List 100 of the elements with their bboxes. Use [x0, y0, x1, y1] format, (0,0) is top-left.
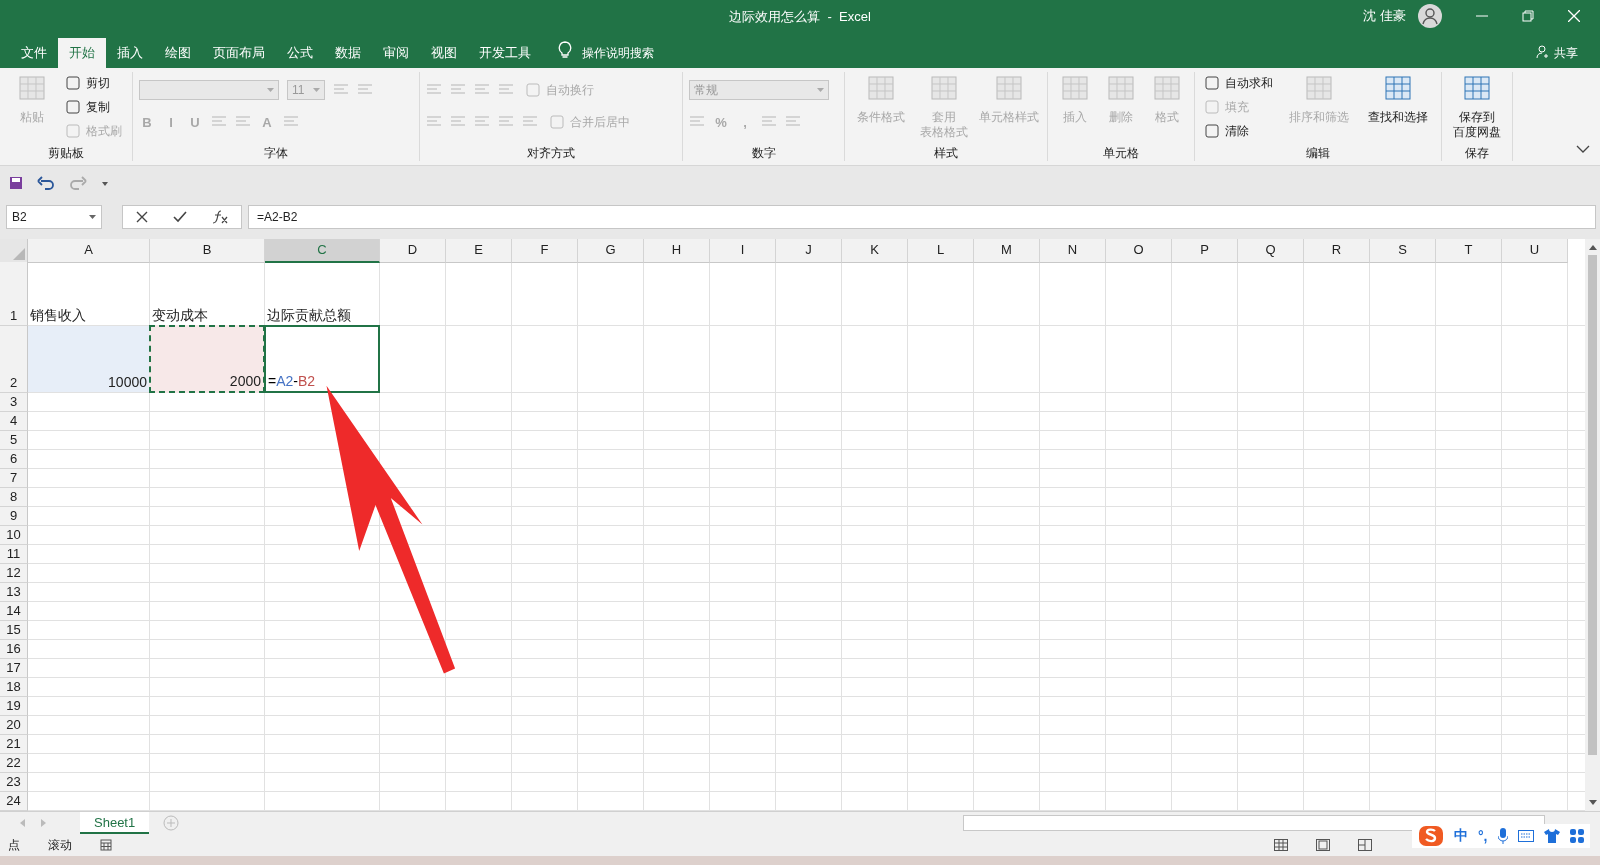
ime-logo-icon[interactable]: [1418, 825, 1444, 847]
dropdown-field[interactable]: [139, 80, 279, 100]
column-header[interactable]: E: [446, 239, 512, 263]
save-icon[interactable]: [9, 175, 23, 190]
ribbon-button[interactable]: 保存到 百度网盘: [1451, 72, 1503, 142]
column-header[interactable]: N: [1040, 239, 1106, 263]
normal-view-icon[interactable]: [1274, 839, 1288, 851]
scroll-up-icon[interactable]: [1587, 243, 1598, 251]
column-header[interactable]: M: [974, 239, 1040, 263]
row-header[interactable]: 4: [0, 412, 28, 431]
scrollbar-thumb[interactable]: [1588, 255, 1597, 755]
keyboard-icon[interactable]: [1517, 830, 1534, 842]
formula-cell[interactable]: =A2-B2: [264, 325, 380, 393]
column-header[interactable]: C: [265, 239, 380, 263]
ribbon-button[interactable]: 清除: [1201, 120, 1253, 142]
cancel-icon[interactable]: [135, 211, 148, 223]
column-header[interactable]: I: [710, 239, 776, 263]
row-header[interactable]: 18: [0, 678, 28, 697]
select-all-button[interactable]: [0, 239, 28, 263]
page-break-icon[interactable]: [1358, 839, 1372, 851]
microphone-icon[interactable]: [1497, 828, 1508, 844]
add-sheet-icon[interactable]: [163, 815, 180, 831]
ribbon-button[interactable]: 自动求和: [1201, 72, 1277, 94]
column-header[interactable]: T: [1436, 239, 1502, 263]
column-header[interactable]: P: [1172, 239, 1238, 263]
chevron-icon[interactable]: [1576, 145, 1590, 153]
column-header[interactable]: A: [28, 239, 150, 263]
name-box[interactable]: B2: [6, 205, 102, 229]
avatar-icon[interactable]: [1418, 4, 1442, 28]
row-header[interactable]: 5: [0, 431, 28, 450]
column-header[interactable]: S: [1370, 239, 1436, 263]
caret-icon: [89, 215, 96, 219]
menu-tab[interactable]: 数据: [324, 38, 372, 68]
restore-icon[interactable]: [1522, 10, 1534, 22]
row-header[interactable]: 13: [0, 583, 28, 602]
square-icon: [1205, 100, 1219, 114]
row-header[interactable]: 19: [0, 697, 28, 716]
menu-tab[interactable]: 视图: [420, 38, 468, 68]
grid-icon[interactable]: [1569, 829, 1584, 843]
menu-tab[interactable]: 文件: [10, 38, 58, 68]
column-header[interactable]: D: [380, 239, 446, 263]
column-header[interactable]: U: [1502, 239, 1568, 263]
menu-tab[interactable]: 插入: [106, 38, 154, 68]
row-header[interactable]: 17: [0, 659, 28, 678]
search-hint[interactable]: 操作说明搜索: [582, 38, 654, 68]
share-button[interactable]: 共享: [1554, 38, 1578, 68]
row-header[interactable]: 9: [0, 507, 28, 526]
ribbon-button[interactable]: 查找和选择: [1365, 72, 1430, 127]
menu-tab[interactable]: 页面布局: [202, 38, 276, 68]
column-header[interactable]: O: [1106, 239, 1172, 263]
row-header[interactable]: 14: [0, 602, 28, 621]
menu-tab[interactable]: 审阅: [372, 38, 420, 68]
column-header[interactable]: F: [512, 239, 578, 263]
share-icon[interactable]: [1536, 45, 1550, 59]
redo-icon[interactable]: [69, 175, 87, 190]
row-header[interactable]: 15: [0, 621, 28, 640]
row-header[interactable]: 11: [0, 545, 28, 564]
row-header[interactable]: 20: [0, 716, 28, 735]
square-icon: [1205, 76, 1219, 90]
row-header[interactable]: 3: [0, 393, 28, 412]
ime-mode[interactable]: 中: [1454, 827, 1468, 845]
row-header[interactable]: 24: [0, 792, 28, 811]
row-header[interactable]: 10: [0, 526, 28, 545]
row-header[interactable]: 2: [0, 326, 28, 393]
row-header[interactable]: 23: [0, 773, 28, 792]
formula-field[interactable]: =A2-B2: [248, 205, 1596, 229]
column-header[interactable]: K: [842, 239, 908, 263]
undo-icon[interactable]: [37, 175, 55, 190]
sheet-tab[interactable]: Sheet1: [80, 812, 150, 834]
close-icon[interactable]: [1568, 10, 1580, 22]
column-header[interactable]: G: [578, 239, 644, 263]
function-icon[interactable]: [212, 210, 229, 224]
row-header[interactable]: 7: [0, 469, 28, 488]
window-title: 边际效用怎么算 - Excel: [729, 8, 871, 26]
row-header[interactable]: 8: [0, 488, 28, 507]
page-layout-icon[interactable]: [1316, 839, 1330, 851]
menu-tab[interactable]: 公式: [276, 38, 324, 68]
column-header[interactable]: B: [150, 239, 265, 263]
row-header[interactable]: 22: [0, 754, 28, 773]
row-header[interactable]: 16: [0, 640, 28, 659]
ribbon-button[interactable]: 复制: [62, 96, 114, 118]
row-header[interactable]: 12: [0, 564, 28, 583]
check-icon[interactable]: [173, 211, 187, 223]
column-header[interactable]: L: [908, 239, 974, 263]
column-header[interactable]: J: [776, 239, 842, 263]
row-header[interactable]: 1: [0, 262, 28, 326]
next-sheet-icon[interactable]: [40, 819, 46, 827]
shirt-icon[interactable]: [1543, 829, 1560, 843]
column-header[interactable]: H: [644, 239, 710, 263]
menu-tab[interactable]: 开始: [58, 38, 106, 68]
menu-tab[interactable]: 开发工具: [468, 38, 542, 68]
column-header[interactable]: Q: [1238, 239, 1304, 263]
prev-sheet-icon[interactable]: [20, 819, 26, 827]
ribbon-button[interactable]: 剪切: [62, 72, 114, 94]
ime-mode[interactable]: °,: [1478, 828, 1488, 844]
column-header[interactable]: R: [1304, 239, 1370, 263]
row-header[interactable]: 6: [0, 450, 28, 469]
row-header[interactable]: 21: [0, 735, 28, 754]
scroll-down-icon[interactable]: [1587, 799, 1598, 807]
menu-tab[interactable]: 绘图: [154, 38, 202, 68]
